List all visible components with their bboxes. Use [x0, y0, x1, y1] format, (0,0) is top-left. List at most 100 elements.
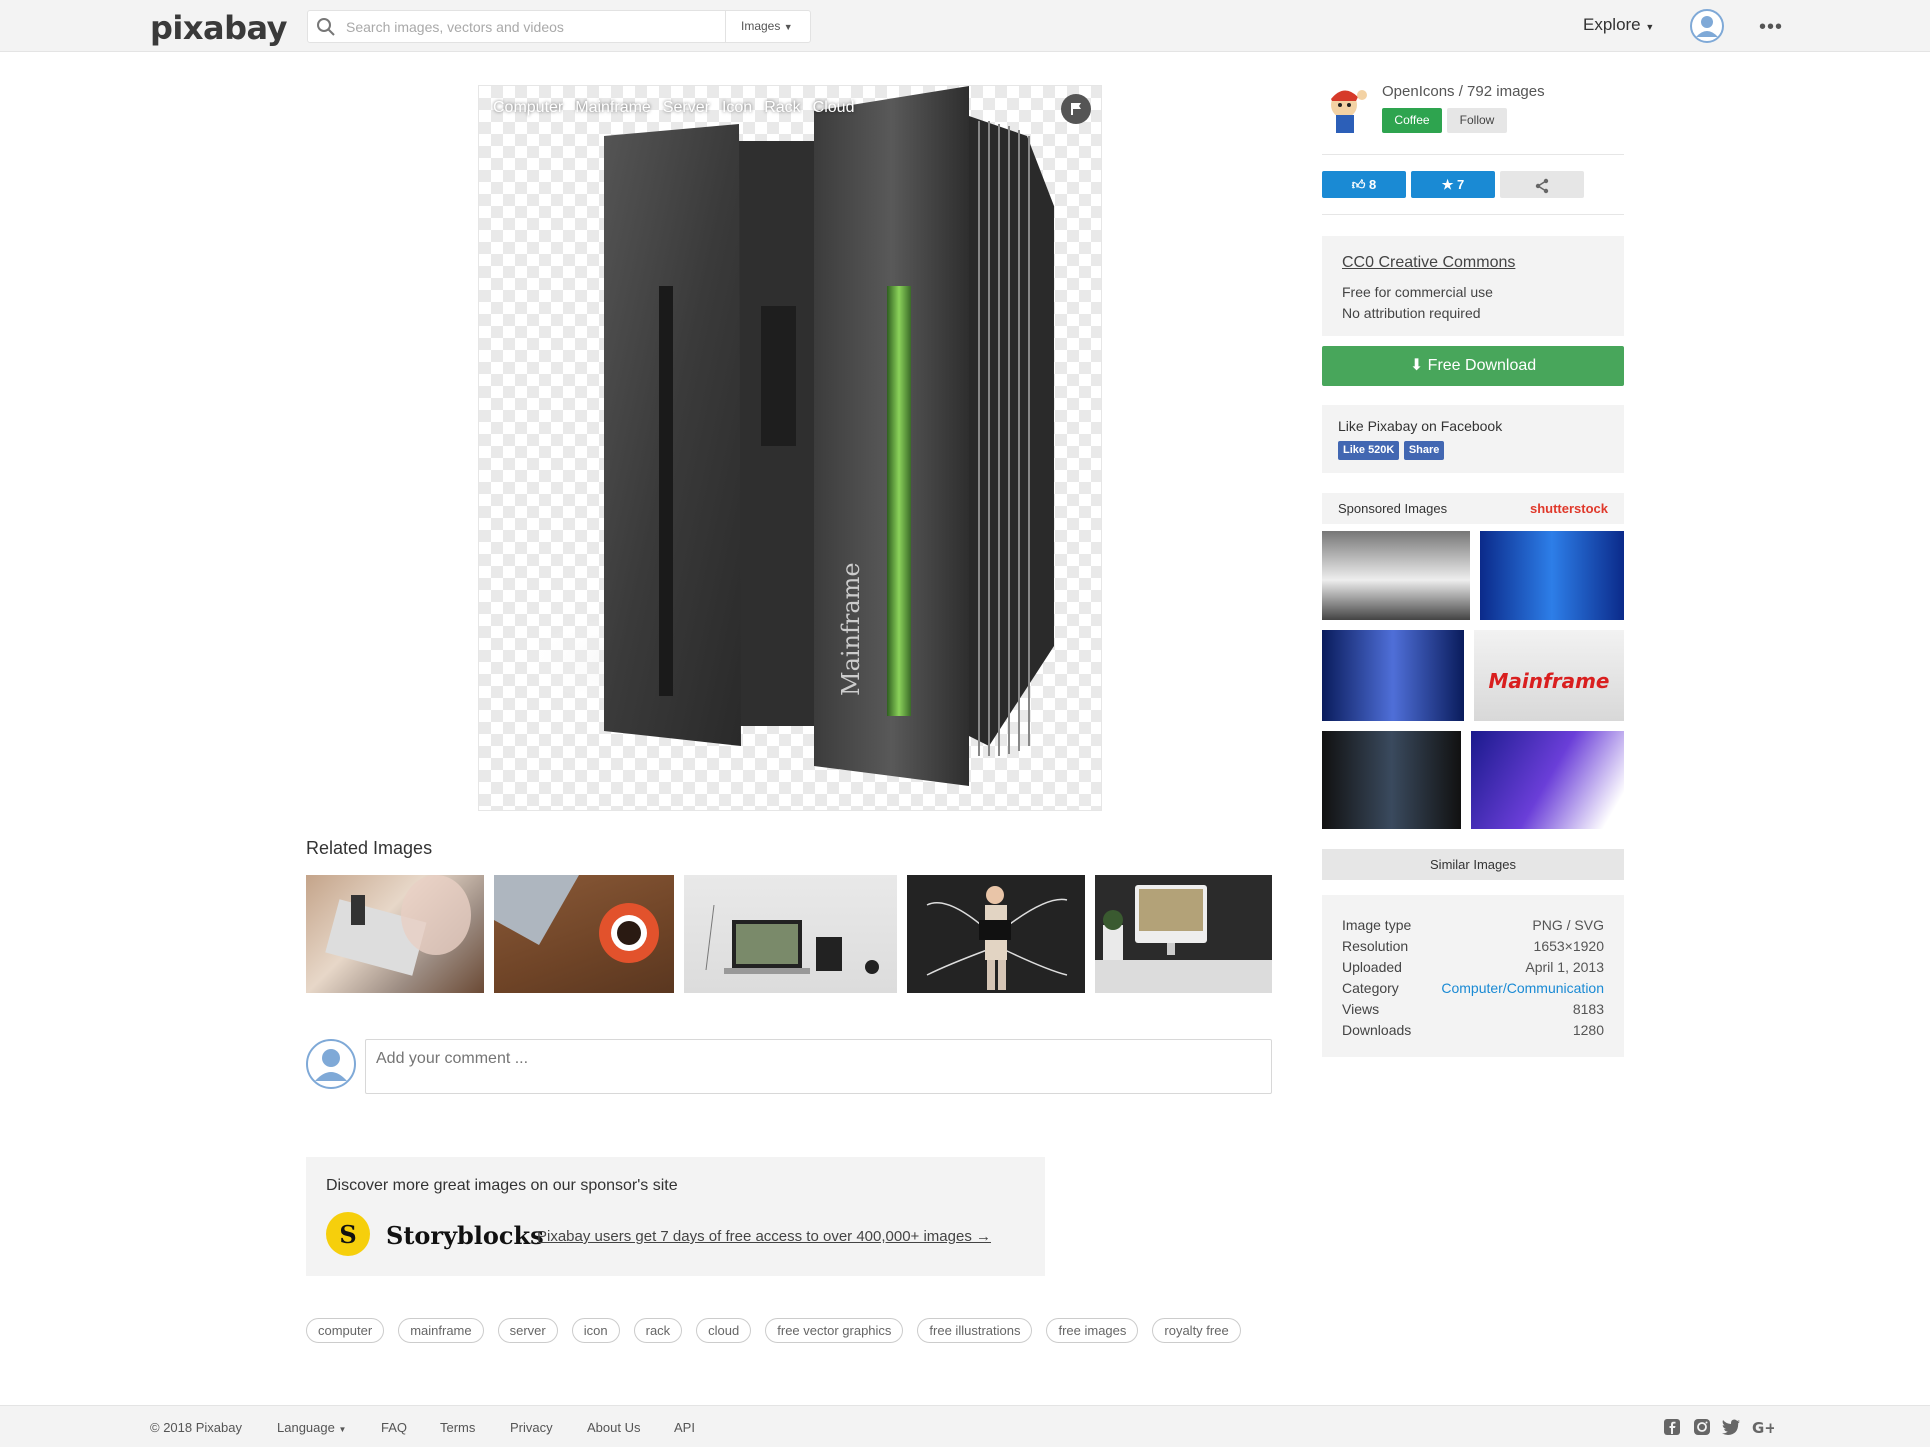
license-link[interactable]: CC0 Creative Commons [1342, 254, 1604, 272]
explore-menu[interactable]: Explore ▼ [1583, 15, 1654, 35]
image-tag-link[interactable]: Server [663, 99, 710, 117]
author-avatar[interactable] [1322, 85, 1370, 135]
businesswoman-thumb [926, 886, 1068, 990]
follow-button[interactable]: Follow [1447, 108, 1507, 133]
copyright: © 2018 Pixabay [150, 1420, 242, 1435]
explore-label: Explore [1583, 15, 1641, 34]
footer-link-about[interactable]: About Us [587, 1420, 640, 1435]
author-name-link[interactable]: OpenIcons / 792 images [1382, 83, 1545, 100]
search-type-label: Images [741, 19, 781, 33]
footer-link-privacy[interactable]: Privacy [510, 1420, 553, 1435]
coffee-desk-thumb [494, 875, 659, 963]
storyblocks-offer-link[interactable]: Pixabay users get 7 days of free access … [537, 1228, 991, 1245]
share-button[interactable] [1500, 171, 1584, 198]
license-line: Free for commercial use [1342, 284, 1493, 300]
license-line: No attribution required [1342, 305, 1481, 321]
sponsored-images-header: Sponsored Images shutterstock [1322, 493, 1624, 524]
language-menu[interactable]: Language ▼ [277, 1420, 346, 1435]
image-tag-link[interactable]: Computer [493, 99, 563, 117]
related-image[interactable] [306, 875, 484, 993]
footer-link-terms[interactable]: Terms [440, 1420, 475, 1435]
like-button[interactable]: 👍︎ 8 [1322, 171, 1406, 198]
comment-avatar-icon [306, 1039, 356, 1089]
facebook-like-button[interactable]: Like 520K [1338, 441, 1400, 460]
related-image[interactable] [907, 875, 1085, 993]
user-avatar-icon[interactable] [1690, 9, 1724, 43]
tag-chip[interactable]: royalty free [1152, 1318, 1241, 1343]
comment-input[interactable] [365, 1039, 1272, 1094]
sponsored-image[interactable]: Mainframe [1474, 630, 1624, 721]
chevron-down-icon: ▼ [338, 1425, 347, 1434]
image-tag-link[interactable]: Cloud [813, 99, 855, 117]
footer-link-faq[interactable]: FAQ [381, 1420, 407, 1435]
sponsored-image[interactable] [1322, 531, 1470, 620]
tag-chip[interactable]: cloud [696, 1318, 752, 1343]
footer-link-api[interactable]: API [674, 1420, 695, 1435]
facebook-icon[interactable] [1663, 1418, 1681, 1436]
chevron-down-icon: ▼ [783, 22, 793, 32]
similar-images-button[interactable]: Similar Images [1322, 849, 1624, 880]
tag-chip[interactable]: free vector graphics [765, 1318, 904, 1343]
search-input[interactable] [346, 11, 731, 42]
facebook-share-button[interactable]: Share [1403, 441, 1445, 460]
pixabay-logo[interactable]: pixabay [150, 9, 287, 47]
sidebar-divider [1322, 214, 1624, 215]
info-value: 1280 [1572, 1022, 1604, 1038]
tag-chip[interactable]: rack [633, 1318, 683, 1343]
tag-chip[interactable]: free images [1046, 1318, 1139, 1343]
sidebar-divider [1322, 154, 1624, 155]
sponsored-image[interactable] [1322, 731, 1461, 829]
image-tag-link[interactable]: Mainframe [575, 99, 651, 117]
info-label: Image type [1342, 917, 1412, 933]
language-label: Language [277, 1420, 335, 1435]
sponsored-images-label: Sponsored Images [1338, 501, 1448, 516]
mainframe-label: Mainframe [837, 562, 865, 696]
download-label: Free Download [1427, 357, 1537, 374]
svg-text:G+: G+ [1752, 1419, 1774, 1436]
main-image[interactable]: Mainframe Computer Mainframe Server Icon… [478, 85, 1102, 811]
top-header: pixabay Images ▼ Explore ▼ ••• [0, 0, 1930, 52]
related-images-title: Related Images [306, 838, 433, 858]
shutterstock-logo[interactable]: shutterstock [1530, 493, 1608, 524]
sponsored-image[interactable] [1322, 630, 1464, 721]
svg-text:Mainframe: Mainframe [1489, 669, 1610, 693]
search-type-dropdown[interactable]: Images ▼ [725, 11, 811, 42]
report-flag-button[interactable] [1061, 94, 1091, 124]
sponsored-image[interactable] [1471, 731, 1624, 829]
coffee-button[interactable]: Coffee [1382, 108, 1442, 133]
info-value: 1653×1920 [1533, 938, 1604, 954]
tag-chip[interactable]: free illustrations [917, 1318, 1033, 1343]
sponsor-box: Discover more great images on our sponso… [306, 1157, 1045, 1276]
image-tag-link[interactable]: Rack [764, 99, 800, 117]
twitter-icon[interactable] [1721, 1418, 1741, 1436]
storyblocks-brand[interactable]: Storyblocks [386, 1221, 544, 1250]
related-image[interactable] [494, 875, 674, 993]
free-download-button[interactable]: ⬇︎ Free Download [1322, 346, 1624, 386]
tag-chip[interactable]: mainframe [398, 1318, 484, 1343]
sponsored-image[interactable] [1480, 531, 1624, 620]
tag-chip[interactable]: icon [571, 1318, 620, 1343]
google-plus-icon[interactable]: G+ [1752, 1418, 1774, 1436]
like-count: 8 [1368, 177, 1377, 192]
related-image[interactable] [1095, 875, 1272, 993]
image-tag-link[interactable]: Icon [722, 99, 752, 117]
more-options-icon[interactable]: ••• [1759, 16, 1783, 39]
laptop-typing-thumb [325, 875, 471, 976]
tag-chip[interactable]: server [497, 1318, 558, 1343]
favorite-button[interactable]: ★ 7 [1411, 171, 1495, 198]
info-label: Downloads [1342, 1022, 1412, 1038]
info-row: Downloads 1280 [1342, 1020, 1604, 1041]
info-label: Category [1342, 980, 1399, 996]
chevron-down-icon: ▼ [1645, 22, 1655, 32]
mainframe-illustration: Mainframe [519, 86, 1054, 786]
tag-chip[interactable]: computer [306, 1318, 385, 1343]
instagram-icon[interactable] [1693, 1418, 1711, 1436]
category-link[interactable]: Computer/Communication [1441, 978, 1604, 999]
info-row: Category Computer/Communication [1342, 978, 1604, 999]
facebook-title: Like Pixabay on Facebook [1338, 418, 1503, 434]
info-row: Resolution 1653×1920 [1342, 936, 1604, 957]
related-image[interactable] [684, 875, 897, 993]
search-icon[interactable] [316, 17, 336, 37]
image-info-box: Image type PNG / SVG Resolution 1653×192… [1322, 895, 1624, 1057]
info-row: Views 8183 [1342, 999, 1604, 1020]
